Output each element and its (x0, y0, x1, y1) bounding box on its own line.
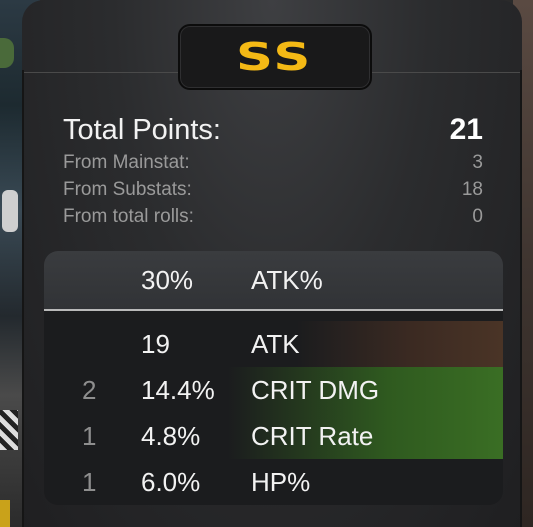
breakdown-label: From Mainstat: (63, 152, 190, 173)
background-decor (0, 410, 18, 450)
rolls-points-row: From total rolls: 0 (63, 206, 483, 228)
substat-row: 1 6.0% HP% (44, 459, 503, 505)
total-points-label: Total Points: (63, 114, 221, 146)
substat-name: HP% (251, 467, 311, 497)
total-points-value: 21 (449, 113, 483, 146)
substat-value: 14.4% (141, 375, 215, 405)
panel-edge (520, 70, 522, 527)
substat-row: 2 14.4% CRIT DMG (44, 367, 503, 413)
grade-label: SS (236, 35, 314, 79)
panel-edge (22, 70, 24, 527)
breakdown-value: 0 (472, 206, 483, 227)
breakdown-label: From total rolls: (63, 206, 194, 227)
background-decor (2, 190, 18, 232)
background-decor (0, 500, 10, 527)
substat-name: CRIT DMG (251, 375, 380, 405)
substat-value: 19 (141, 329, 170, 359)
breakdown-value: 18 (461, 179, 483, 200)
grade-badge: SS (178, 24, 372, 90)
substat-points-row: From Substats: 18 (63, 179, 483, 201)
mainstat-points-row: From Mainstat: 3 (63, 152, 483, 174)
substat-name: CRIT Rate (251, 421, 374, 451)
substat-row: 1 4.8% CRIT Rate (44, 413, 503, 459)
stats-table: 30% ATK% 19 ATK 2 14.4% CRIT DMG 1 4.8% … (44, 251, 503, 505)
substat-name: ATK (251, 329, 300, 359)
substat-roll-count: 1 (82, 467, 97, 497)
main-stat-value: 30% (141, 265, 194, 295)
substat-roll-count: 2 (82, 375, 97, 405)
background-decor (0, 38, 14, 68)
substat-value: 4.8% (141, 421, 201, 451)
main-stat-name: ATK% (251, 265, 323, 295)
main-stat-row: 30% ATK% (44, 251, 503, 311)
breakdown-label: From Substats: (63, 179, 192, 200)
substat-value: 6.0% (141, 467, 201, 497)
substat-roll-count: 1 (82, 421, 97, 451)
breakdown-value: 3 (472, 152, 483, 173)
substat-row: 19 ATK (44, 321, 503, 367)
